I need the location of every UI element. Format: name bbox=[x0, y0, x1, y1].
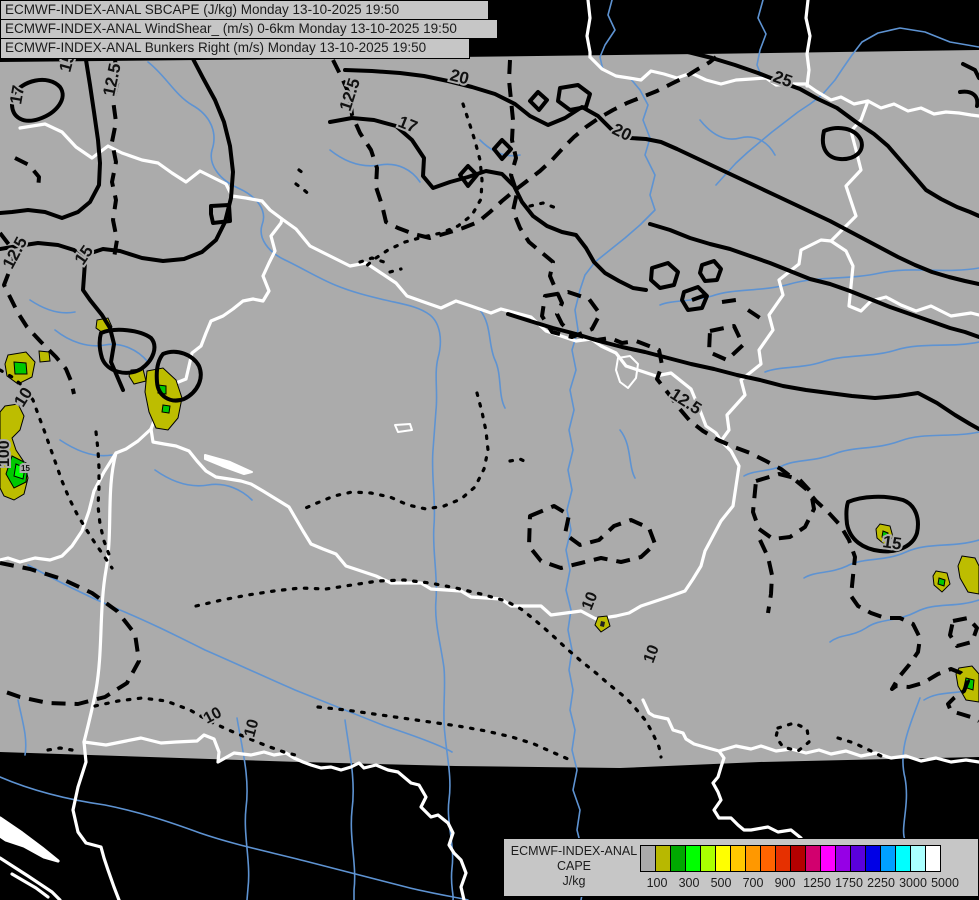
cape-patch-core bbox=[161, 404, 171, 414]
contour-label: 15 bbox=[881, 532, 902, 553]
legend-swatch bbox=[715, 845, 731, 872]
contour-label: 17 bbox=[6, 84, 28, 106]
legend-colorbar bbox=[640, 845, 941, 872]
weather-map-screen: 15 17 12.5 12.5 15 12.5 10 100 20 17 20 25 12.5 15 10 1… bbox=[0, 0, 979, 900]
header-line-bunkers: ECMWF-INDEX-ANAL Bunkers Right (m/s) Mon… bbox=[0, 38, 470, 59]
legend-swatch bbox=[790, 845, 806, 872]
legend-swatch bbox=[655, 845, 671, 872]
legend-tick-label: 5000 bbox=[931, 876, 959, 890]
legend-title-line: ECMWF-INDEX-ANAL bbox=[510, 844, 638, 858]
legend-unit: J/kg bbox=[562, 874, 586, 888]
legend-swatch bbox=[730, 845, 746, 872]
legend-title: ECMWF-INDEX-ANAL CAPE J/kg bbox=[510, 844, 638, 889]
legend-swatch bbox=[820, 845, 836, 872]
contour-label: 15 bbox=[21, 464, 30, 473]
legend-swatch bbox=[760, 845, 776, 872]
cape-patch bbox=[38, 350, 51, 363]
legend-swatch bbox=[850, 845, 866, 872]
header-line-sbcape: ECMWF-INDEX-ANAL SBCAPE (J/kg) Monday 13… bbox=[0, 0, 489, 20]
cape-patch-core bbox=[937, 577, 946, 587]
map-canvas: 1517 12.5 12.51512.5101002017 202512.515101… bbox=[0, 0, 979, 900]
cape-legend: ECMWF-INDEX-ANAL CAPE J/kg 100 300 500 700 9… bbox=[503, 838, 979, 897]
legend-swatch bbox=[895, 845, 911, 872]
legend-swatch bbox=[745, 845, 761, 872]
legend-swatch bbox=[685, 845, 701, 872]
cape-patch-core bbox=[13, 361, 28, 375]
legend-swatch bbox=[865, 845, 881, 872]
legend-swatch bbox=[805, 845, 821, 872]
legend-swatch bbox=[640, 845, 656, 872]
contour-label: 100 bbox=[0, 440, 13, 467]
legend-swatch bbox=[670, 845, 686, 872]
legend-swatch bbox=[700, 845, 716, 872]
legend-swatch bbox=[775, 845, 791, 872]
header-line-windshear: ECMWF-INDEX-ANAL WindShear_ (m/s) 0-6km … bbox=[0, 19, 498, 39]
legend-swatch bbox=[835, 845, 851, 872]
legend-swatch bbox=[910, 845, 926, 872]
legend-title-line: CAPE bbox=[556, 859, 592, 873]
contour-dashed bbox=[721, 298, 737, 304]
legend-swatch bbox=[925, 845, 941, 872]
legend-swatch bbox=[880, 845, 896, 872]
